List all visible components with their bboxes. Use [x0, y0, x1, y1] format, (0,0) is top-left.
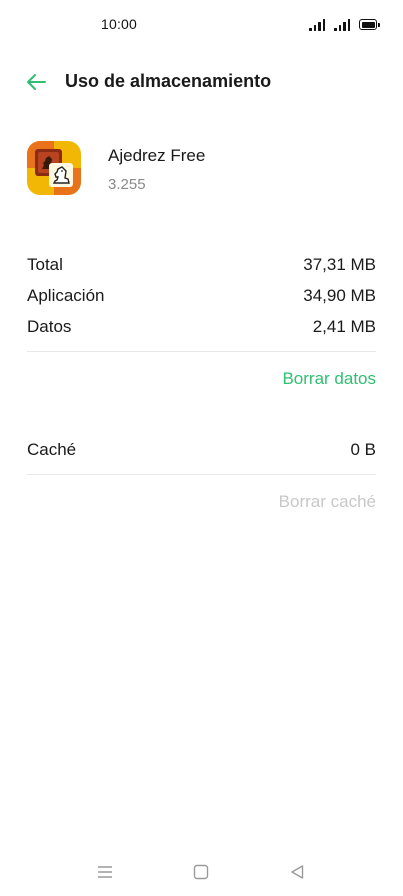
app-header: Uso de almacenamiento — [0, 60, 403, 104]
cache-label: Caché — [27, 440, 77, 459]
storage-row-data: Datos 2,41 MB — [27, 317, 376, 337]
home-button[interactable] — [189, 860, 213, 884]
app-name: Ajedrez Free — [108, 146, 206, 165]
status-time: 10:00 — [101, 16, 138, 32]
status-bar: 10:00 — [0, 0, 403, 48]
status-icons — [309, 17, 380, 31]
signal-icon — [309, 19, 325, 31]
app-info: Ajedrez Free 3.255 — [27, 140, 377, 198]
storage-value: 34,90 MB — [303, 286, 376, 305]
page-title: Uso de almacenamiento — [65, 71, 272, 91]
clear-data-button[interactable]: Borrar datos — [282, 369, 376, 389]
back-triangle-icon — [291, 865, 304, 879]
storage-row-total: Total 37,31 MB — [27, 255, 376, 275]
navigation-bar — [0, 848, 403, 896]
signal-icon — [334, 19, 350, 31]
cache-value: 0 B — [350, 440, 376, 459]
back-button[interactable] — [20, 66, 52, 98]
storage-value: 2,41 MB — [312, 317, 376, 336]
recent-apps-button[interactable] — [93, 860, 117, 884]
cache-row: Caché 0 B — [27, 440, 376, 460]
clear-cache-button[interactable]: Borrar caché — [279, 492, 376, 512]
divider — [27, 474, 376, 475]
chess-app-icon — [27, 141, 81, 195]
storage-label: Aplicación — [27, 286, 105, 305]
back-nav-button[interactable] — [285, 860, 309, 884]
battery-icon — [359, 19, 380, 30]
home-icon — [193, 864, 209, 880]
storage-value: 37,31 MB — [303, 255, 376, 274]
divider — [27, 351, 376, 352]
storage-row-app: Aplicación 34,90 MB — [27, 286, 376, 306]
menu-icon — [98, 866, 112, 878]
arrow-left-icon — [27, 74, 46, 90]
storage-label: Total — [27, 255, 63, 274]
app-version: 3.255 — [108, 176, 146, 193]
storage-label: Datos — [27, 317, 72, 336]
